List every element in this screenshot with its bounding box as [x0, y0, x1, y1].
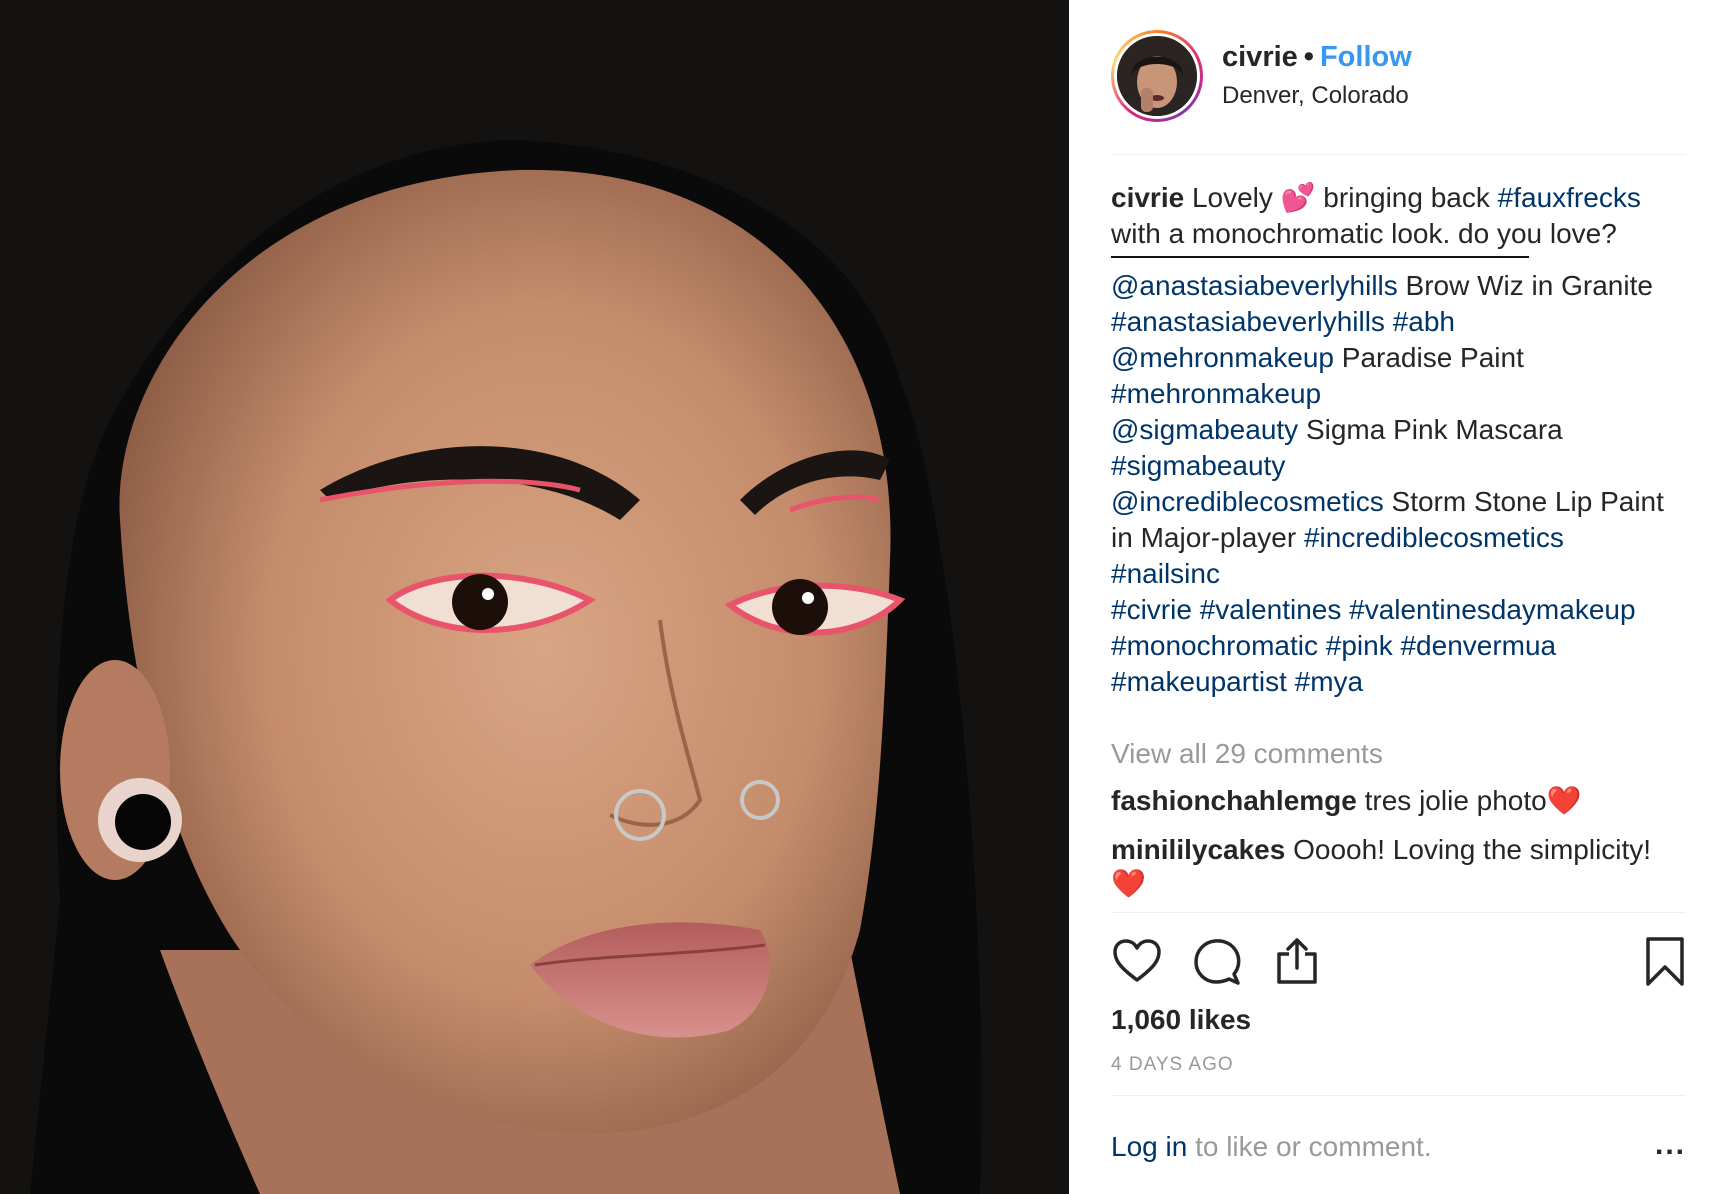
likes-count[interactable]: 1,060 likes — [1111, 1002, 1251, 1038]
footer-divider — [1111, 1095, 1686, 1096]
share-icon[interactable] — [1271, 936, 1323, 988]
hashtag-link[interactable]: #incrediblecosmetics — [1304, 522, 1564, 553]
bookmark-icon[interactable] — [1639, 936, 1691, 988]
post-location[interactable]: Denver, Colorado — [1222, 79, 1412, 113]
caption-text: Lovely 💕 bringing back — [1184, 182, 1498, 213]
post-timestamp[interactable]: 4 DAYS AGO — [1111, 1052, 1234, 1078]
hashtag-link[interactable]: #civrie #valentines #valentinesdaymakeup — [1111, 592, 1696, 628]
comment-item: minililycakes Ooooh! Loving the simplici… — [1111, 833, 1696, 901]
mention-link[interactable]: @incrediblecosmetics — [1111, 486, 1384, 517]
caption-text: Brow Wiz in Granite — [1397, 270, 1653, 301]
separator-dot: • — [1303, 41, 1314, 73]
post-username[interactable]: civrie — [1222, 41, 1298, 73]
login-prompt-text: to like or comment. — [1187, 1131, 1432, 1162]
post-caption: civrie Lovely 💕 bringing back #fauxfreck… — [1111, 180, 1696, 700]
avatar[interactable] — [1117, 36, 1197, 116]
header-divider — [1111, 154, 1686, 155]
mention-link[interactable]: @sigmabeauty — [1111, 414, 1298, 445]
caption-text: in Major-player — [1111, 522, 1304, 553]
follow-button[interactable]: Follow — [1320, 41, 1412, 73]
hashtag-link[interactable]: #nailsinc — [1111, 556, 1696, 592]
post-header: civrie • Follow Denver, Colorado — [1111, 28, 1733, 124]
caption-text: Storm Stone Lip Paint — [1383, 486, 1664, 517]
mention-link[interactable]: @mehronmakeup — [1111, 342, 1334, 373]
caption-divider-line — [1111, 256, 1529, 258]
comment-bubble-icon[interactable] — [1191, 936, 1243, 988]
caption-username[interactable]: civrie — [1111, 182, 1184, 213]
actions-divider — [1111, 912, 1686, 913]
login-link[interactable]: Log in — [1111, 1131, 1187, 1162]
comment-text: Ooooh! Loving the simplicity! — [1285, 834, 1652, 865]
mention-link[interactable]: @anastasiabeverlyhills — [1111, 270, 1398, 301]
comment-text: tres jolie photo❤️ — [1356, 785, 1582, 816]
hashtag-link[interactable]: #mehronmakeup — [1111, 376, 1696, 412]
caption-text: Sigma Pink Mascara — [1298, 414, 1563, 445]
comment-text-emoji: ❤️ — [1111, 868, 1146, 899]
heart-icon[interactable] — [1111, 936, 1163, 988]
post-photo[interactable] — [0, 0, 1069, 1194]
avatar-story-ring[interactable] — [1111, 30, 1203, 122]
hashtag-link[interactable]: #monochromatic #pink #denvermua — [1111, 628, 1696, 664]
comment-username[interactable]: fashionchahlemge — [1111, 785, 1357, 816]
post-side-panel: civrie • Follow Denver, Colorado civrie Lo… — [1069, 0, 1734, 1194]
more-options-button[interactable]: ... — [1655, 1130, 1686, 1160]
login-prompt: Log in to like or comment. — [1111, 1129, 1432, 1165]
hashtag-link[interactable]: #makeupartist #mya — [1111, 664, 1696, 700]
hashtag-link[interactable]: #sigmabeauty — [1111, 448, 1696, 484]
hashtag-link[interactable]: #anastasiabeverlyhills #abh — [1111, 304, 1696, 340]
comment-item: fashionchahlemge tres jolie photo❤️ — [1111, 784, 1696, 818]
caption-text: with a monochromatic look. do you love? — [1111, 218, 1617, 249]
view-all-comments-link[interactable]: View all 29 comments — [1111, 736, 1383, 772]
caption-text: Paradise Paint — [1333, 342, 1524, 373]
hashtag-link[interactable]: #fauxfrecks — [1498, 182, 1641, 213]
comment-username[interactable]: minililycakes — [1111, 834, 1285, 865]
post-actions — [1111, 936, 1691, 988]
portrait-image — [0, 0, 1069, 1194]
